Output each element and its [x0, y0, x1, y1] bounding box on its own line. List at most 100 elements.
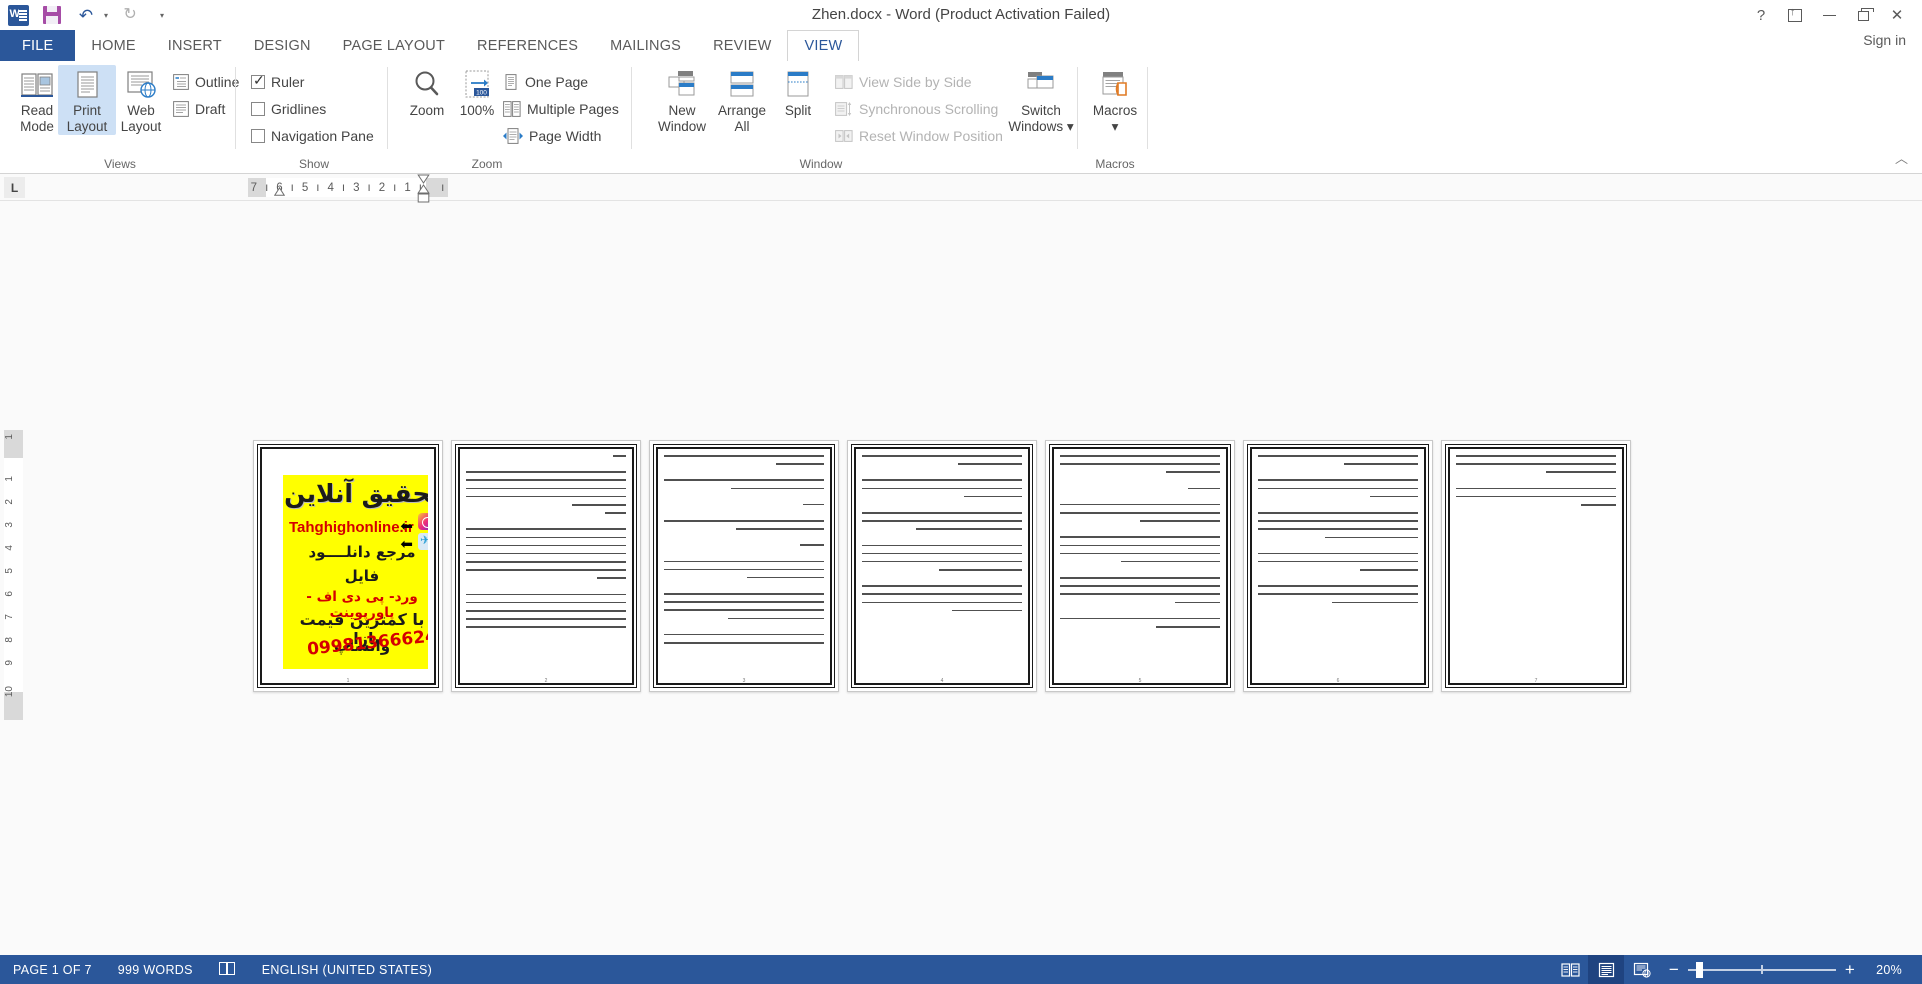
- tab-references[interactable]: REFERENCES: [461, 30, 594, 61]
- tab-view[interactable]: VIEW: [787, 30, 860, 61]
- reset-window-position-button[interactable]: Reset Window Position: [832, 125, 1006, 147]
- tab-mailings[interactable]: MAILINGS: [594, 30, 697, 61]
- redo-button[interactable]: ↻: [118, 3, 142, 27]
- close-icon[interactable]: ✕: [1880, 1, 1914, 29]
- one-page-button[interactable]: One Page: [500, 71, 591, 93]
- document-page-2[interactable]: 2: [451, 440, 641, 692]
- word-app-icon[interactable]: [6, 3, 30, 27]
- zoom-control: − + 20%: [1660, 955, 1922, 984]
- document-page-4[interactable]: 4: [847, 440, 1037, 692]
- first-line-indent-marker[interactable]: [274, 187, 285, 196]
- document-page-5[interactable]: 5: [1045, 440, 1235, 692]
- restore-icon[interactable]: [1846, 1, 1880, 29]
- text-line: [1060, 552, 1220, 555]
- word-count[interactable]: 999 WORDS: [105, 955, 206, 984]
- text-line: [862, 585, 1022, 587]
- language-indicator[interactable]: ENGLISH (UNITED STATES): [249, 955, 445, 984]
- split-button[interactable]: Split: [772, 65, 824, 119]
- navigation-pane-checkbox-box[interactable]: [251, 129, 265, 143]
- tab-design[interactable]: DESIGN: [238, 30, 327, 61]
- sign-in-link[interactable]: Sign in: [1863, 32, 1906, 48]
- text-line: [1331, 601, 1418, 604]
- arrange-all-button[interactable]: Arrange All: [710, 65, 774, 135]
- view-side-by-side-button[interactable]: View Side by Side: [832, 71, 975, 93]
- zoom-100-button[interactable]: 100 100%: [448, 65, 506, 119]
- outline-button[interactable]: Outline: [170, 71, 242, 93]
- ruler-checkbox[interactable]: Ruler: [248, 71, 307, 93]
- document-page-1[interactable]: تحقیق آنلاین Tahghighonline.ir ⬅⬅ مرجع د…: [253, 440, 443, 692]
- tab-insert[interactable]: INSERT: [152, 30, 238, 61]
- tab-home[interactable]: HOME: [75, 30, 151, 61]
- print-layout-icon: [77, 71, 98, 98]
- customize-qat-icon[interactable]: ▾: [152, 3, 176, 27]
- text-line: [605, 512, 626, 514]
- print-layout-button[interactable]: Print Layout: [58, 65, 116, 135]
- macros-button[interactable]: Macros ▾: [1084, 65, 1146, 135]
- ribbon-display-options-icon[interactable]: [1778, 1, 1812, 29]
- web-layout-view-button[interactable]: [1624, 955, 1660, 984]
- page-indicator[interactable]: PAGE 1 OF 7: [0, 955, 105, 984]
- text-line: [466, 495, 626, 498]
- tab-file[interactable]: FILE: [0, 30, 76, 61]
- help-icon[interactable]: ?: [1744, 1, 1778, 29]
- switch-windows-button[interactable]: Switch Windows ▾: [1006, 65, 1076, 135]
- text-line: [466, 561, 626, 563]
- synchronous-scrolling-button[interactable]: Synchronous Scrolling: [832, 98, 1001, 120]
- collapse-ribbon-icon[interactable]: ︿: [1895, 148, 1908, 167]
- web-layout-label-2: Layout: [120, 119, 162, 134]
- document-page-6[interactable]: 6: [1243, 440, 1433, 692]
- zoom-level-label[interactable]: 20%: [1864, 963, 1908, 977]
- gridlines-checkbox-box[interactable]: [251, 102, 265, 116]
- zoom-slider[interactable]: [1688, 955, 1836, 984]
- minimize-icon[interactable]: [1812, 1, 1846, 29]
- web-layout-button[interactable]: Web Layout: [112, 65, 170, 135]
- new-window-button[interactable]: New Window: [650, 65, 714, 135]
- undo-dropdown-icon[interactable]: ▾: [104, 11, 108, 20]
- page-width-button[interactable]: Page Width: [500, 125, 604, 147]
- ruler-num-1: 1: [404, 181, 412, 194]
- navigation-pane-checkbox[interactable]: Navigation Pane: [248, 125, 377, 147]
- text-line: [862, 544, 1022, 547]
- zoom-slider-thumb[interactable]: [1696, 962, 1703, 978]
- text-line: [664, 519, 824, 522]
- text-line: [1140, 520, 1220, 522]
- print-layout-label-2: Layout: [66, 119, 108, 134]
- read-mode-icon: [21, 73, 53, 97]
- document-pages: تحقیق آنلاین Tahghighonline.ir ⬅⬅ مرجع د…: [253, 440, 1631, 692]
- document-page-7[interactable]: 7: [1441, 440, 1631, 692]
- multiple-pages-button[interactable]: Multiple Pages: [500, 98, 622, 120]
- gridlines-checkbox[interactable]: Gridlines: [248, 98, 329, 120]
- spelling-check-icon[interactable]: [206, 955, 249, 984]
- text-line: [1258, 487, 1418, 490]
- text-line: [1258, 585, 1418, 587]
- text-line: [951, 609, 1022, 612]
- zoom-out-button[interactable]: −: [1660, 960, 1688, 980]
- tab-review[interactable]: REVIEW: [697, 30, 787, 61]
- save-button[interactable]: [40, 3, 64, 27]
- text-line: [1258, 552, 1418, 555]
- text-line: [1370, 495, 1418, 498]
- draft-button[interactable]: Draft: [170, 98, 228, 120]
- zoom-in-button[interactable]: +: [1836, 960, 1864, 980]
- tab-stop-selector[interactable]: L: [4, 177, 25, 198]
- right-indent-marker[interactable]: [417, 174, 430, 205]
- side-by-side-icon: [835, 75, 853, 89]
- read-mode-view-button[interactable]: [1552, 955, 1588, 984]
- print-layout-view-button[interactable]: [1588, 955, 1624, 984]
- text-line: [964, 495, 1022, 498]
- document-page-3[interactable]: 3: [649, 440, 839, 692]
- document-canvas[interactable]: 1 1 2 3 4 5 6 7 8 9 10 تحقیق آنلاین Tahg…: [0, 201, 1922, 955]
- vertical-ruler[interactable]: 1 1 2 3 4 5 6 7 8 9 10: [4, 430, 23, 720]
- tab-page-layout[interactable]: PAGE LAYOUT: [327, 30, 461, 61]
- undo-button[interactable]: ↶: [74, 3, 98, 27]
- horizontal-ruler[interactable]: 7 ı 6 ı 5 ı 4 ı 3 ı 2 ı 1 ı ı: [248, 174, 448, 203]
- page-7-body: [1456, 455, 1616, 669]
- text-line: [597, 577, 626, 580]
- text-line: [664, 633, 824, 636]
- text-line: [803, 503, 824, 506]
- draft-label: Draft: [195, 101, 226, 117]
- ruler-checkbox-box[interactable]: [251, 72, 265, 89]
